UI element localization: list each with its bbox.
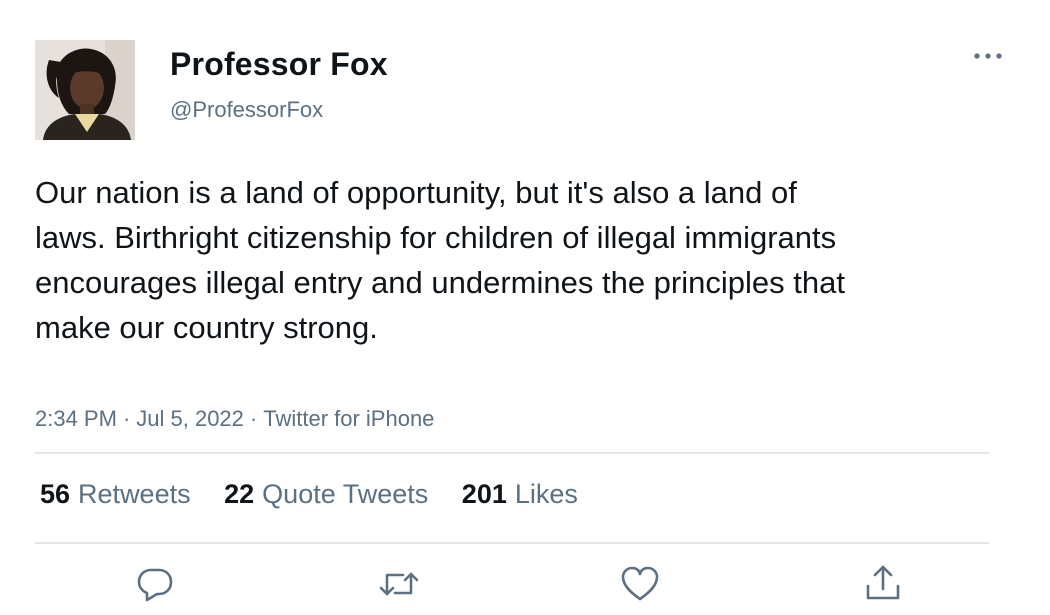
retweets-count: 56 [40,479,71,509]
like-button[interactable] [618,562,662,606]
quote-tweets-count: 22 [224,479,255,509]
divider [35,452,989,454]
more-icon[interactable] [970,44,1006,68]
avatar[interactable] [35,40,135,140]
likes-label: Likes [514,479,578,509]
engagement-stats: 56 Retweets 22 Quote Tweets 201 Likes [40,476,604,512]
quote-tweets-stat[interactable]: 22 Quote Tweets [224,476,428,512]
heart-icon [621,566,659,601]
retweet-button[interactable] [377,562,421,606]
tweet-date[interactable]: Jul 5, 2022 [136,406,244,431]
reply-button[interactable] [133,562,177,606]
handle[interactable]: @ProfessorFox [170,96,323,124]
tweet-text: Our nation is a land of opportunity, but… [35,175,845,345]
retweet-icon [379,572,419,596]
likes-count: 201 [461,479,507,509]
divider [35,542,989,544]
display-name[interactable]: Professor Fox [170,44,388,84]
meta-separator: · [249,406,258,431]
likes-stat[interactable]: 201 Likes [462,476,578,512]
share-icon [866,565,900,600]
retweets-stat[interactable]: 56 Retweets [40,476,191,512]
share-button[interactable] [861,562,905,606]
reply-icon [137,568,173,602]
action-bar [0,562,1050,606]
retweets-label: Retweets [78,479,191,509]
quote-tweets-label: Quote Tweets [262,479,429,509]
tweet-time[interactable]: 2:34 PM [35,406,117,431]
profile-photo-icon [35,40,135,140]
tweet-meta: 2:34 PM · Jul 5, 2022 · Twitter for iPhone [35,404,434,434]
tweet-source[interactable]: Twitter for iPhone [263,406,434,431]
meta-separator: · [122,406,131,431]
